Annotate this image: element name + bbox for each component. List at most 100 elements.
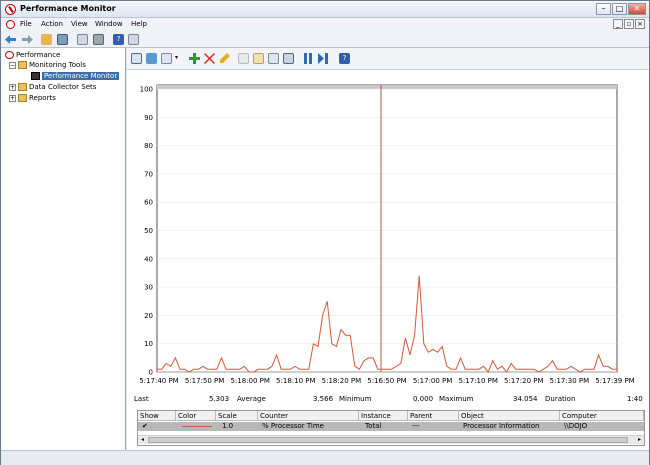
horizontal-scrollbar[interactable]: ◂ ▸ xyxy=(138,435,644,444)
tree-item-data-collector-sets[interactable]: + Data Collector Sets xyxy=(9,83,96,91)
parent-cell: --- xyxy=(412,422,420,430)
menu-view[interactable]: View xyxy=(71,20,88,28)
tree-item-monitoring-tools[interactable]: − Monitoring Tools xyxy=(9,61,86,69)
x-tick-label: 5:17:20 PM xyxy=(504,377,543,385)
x-tick-label: 5:17:30 PM xyxy=(550,377,589,385)
computer-cell: \\DOJO xyxy=(564,422,588,430)
x-tick-label: 5:16:50 PM xyxy=(367,377,406,385)
window-title: Performance Monitor xyxy=(20,4,116,13)
instance-cell: Total xyxy=(365,422,382,430)
app-menu-icon[interactable] xyxy=(6,20,15,29)
navigation-tree: Performance − Monitoring Tools Performanc… xyxy=(1,48,126,450)
add-counter-icon[interactable] xyxy=(189,53,200,64)
show-hide-tree-icon[interactable] xyxy=(57,34,68,45)
y-tick-label: 90 xyxy=(144,114,153,122)
last-value: 5.303 xyxy=(209,395,230,403)
scroll-indicator-bar xyxy=(157,85,617,89)
x-tick-label: 5:17:39 PM xyxy=(595,377,634,385)
highlight-pencil-icon[interactable] xyxy=(219,53,230,64)
expand-toggle-icon[interactable]: + xyxy=(9,83,16,91)
up-folder-icon[interactable] xyxy=(41,34,52,45)
column-header-computer[interactable]: Computer xyxy=(560,411,644,421)
scale-cell: 1.0 xyxy=(222,422,234,430)
app-icon xyxy=(5,4,16,15)
show-checkbox[interactable]: ✔ xyxy=(140,422,148,431)
column-header-show[interactable]: Show xyxy=(138,411,176,421)
freeze-display-icon[interactable] xyxy=(303,53,314,64)
minimum-label: Minimum xyxy=(339,395,372,403)
x-tick-label: 5:18:20 PM xyxy=(322,377,361,385)
y-tick-label: 70 xyxy=(144,170,153,178)
performance-icon xyxy=(5,51,14,59)
monitor-chart-icon xyxy=(31,72,40,80)
help-icon[interactable]: ? xyxy=(339,53,350,64)
mdi-minimize-button[interactable]: _ xyxy=(613,19,623,29)
scrollbar-thumb[interactable] xyxy=(148,437,628,443)
y-tick-label: 60 xyxy=(144,199,153,207)
view-log-data-icon[interactable] xyxy=(146,53,157,64)
tree-label-monitoring-tools: Monitoring Tools xyxy=(29,61,86,69)
delete-counter-icon[interactable] xyxy=(204,53,215,64)
menu-file[interactable]: File xyxy=(20,20,32,28)
tree-label-performance-monitor: Performance Monitor xyxy=(42,72,120,80)
maximum-value: 34.054 xyxy=(513,395,538,403)
tree-item-performance-monitor[interactable]: Performance Monitor xyxy=(31,72,120,80)
maximize-button[interactable]: □ xyxy=(612,3,627,15)
y-tick-label: 20 xyxy=(144,312,153,320)
duration-label: Duration xyxy=(545,395,576,403)
copy-properties-icon[interactable] xyxy=(238,53,249,64)
properties-icon[interactable] xyxy=(128,34,139,45)
menu-action[interactable]: Action xyxy=(41,20,63,28)
tree-label-reports: Reports xyxy=(29,94,56,102)
collapse-toggle-icon[interactable]: − xyxy=(9,61,16,69)
back-arrow-icon[interactable] xyxy=(5,34,17,45)
x-tick-label: 5:17:40 PM xyxy=(139,377,178,385)
zoom-icon[interactable] xyxy=(283,53,294,64)
paste-counter-list-icon[interactable] xyxy=(253,53,264,64)
x-tick-label: 5:18:10 PM xyxy=(276,377,315,385)
menu-bar: File Action View Window Help _ ▫ × xyxy=(1,18,649,31)
column-header-scale[interactable]: Scale xyxy=(216,411,258,421)
x-tick-label: 5:18:00 PM xyxy=(230,377,269,385)
status-bar xyxy=(1,450,649,465)
y-tick-label: 50 xyxy=(144,227,153,235)
column-header-instance[interactable]: Instance xyxy=(359,411,408,421)
column-header-color[interactable]: Color xyxy=(176,411,216,421)
chevron-down-icon[interactable]: ▾ xyxy=(175,54,178,61)
graph-toolbar: ▾ ? xyxy=(127,48,649,70)
menu-help[interactable]: Help xyxy=(131,20,147,28)
expand-toggle-icon[interactable]: + xyxy=(9,94,16,102)
scroll-left-icon[interactable]: ◂ xyxy=(138,436,147,444)
average-value: 3.566 xyxy=(313,395,334,403)
x-tick-label: 5:17:50 PM xyxy=(185,377,224,385)
view-current-activity-icon[interactable] xyxy=(131,53,142,64)
column-header-object[interactable]: Object xyxy=(459,411,560,421)
column-header-parent[interactable]: Parent xyxy=(408,411,459,421)
performance-line-chart: 1009080706050403020100 5:17:40 PM 5:17:50… xyxy=(139,84,635,385)
counter-legend-table: Show Color Scale Counter Instance Parent… xyxy=(137,410,645,446)
average-label: Average xyxy=(237,395,266,403)
mdi-close-button[interactable]: × xyxy=(635,19,645,29)
forward-arrow-icon[interactable] xyxy=(21,34,33,45)
change-graph-type-icon[interactable] xyxy=(161,53,172,64)
export-list-icon[interactable] xyxy=(77,34,88,45)
y-tick-label: 40 xyxy=(144,255,153,263)
folder-icon xyxy=(18,61,27,69)
maximum-label: Maximum xyxy=(439,395,474,403)
help-icon[interactable]: ? xyxy=(113,34,124,45)
properties-icon[interactable] xyxy=(268,53,279,64)
close-button[interactable]: ✕ xyxy=(628,3,646,15)
plot-area xyxy=(156,84,618,373)
minimize-button[interactable]: – xyxy=(596,3,611,15)
minimum-value: 0.000 xyxy=(413,395,434,403)
x-tick-label: 5:17:10 PM xyxy=(458,377,497,385)
mdi-restore-button[interactable]: ▫ xyxy=(624,19,634,29)
column-header-counter[interactable]: Counter xyxy=(258,411,359,421)
title-bar: Performance Monitor – □ ✕ xyxy=(1,1,649,18)
menu-window[interactable]: Window xyxy=(95,20,123,28)
tree-item-performance[interactable]: Performance xyxy=(5,51,60,59)
tree-item-reports[interactable]: + Reports xyxy=(9,94,56,102)
update-data-icon[interactable] xyxy=(318,53,329,64)
print-icon[interactable] xyxy=(93,34,104,45)
scroll-right-icon[interactable]: ▸ xyxy=(635,436,644,444)
